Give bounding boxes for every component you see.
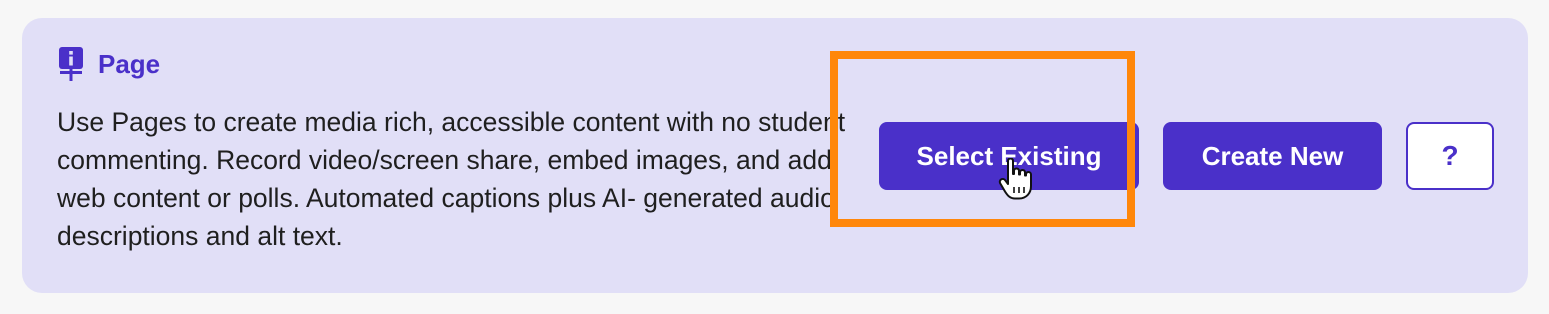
card-header: Page: [58, 46, 160, 82]
create-new-button[interactable]: Create New: [1163, 122, 1382, 190]
card-title: Page: [98, 49, 161, 79]
select-existing-button[interactable]: Select Existing: [879, 122, 1139, 190]
pin-board-icon: [59, 47, 83, 81]
card-description: Use Pages to create media rich, accessib…: [57, 107, 846, 251]
help-button[interactable]: ?: [1406, 122, 1494, 190]
page-card: Page Use Pages to create media rich, acc…: [22, 18, 1528, 293]
